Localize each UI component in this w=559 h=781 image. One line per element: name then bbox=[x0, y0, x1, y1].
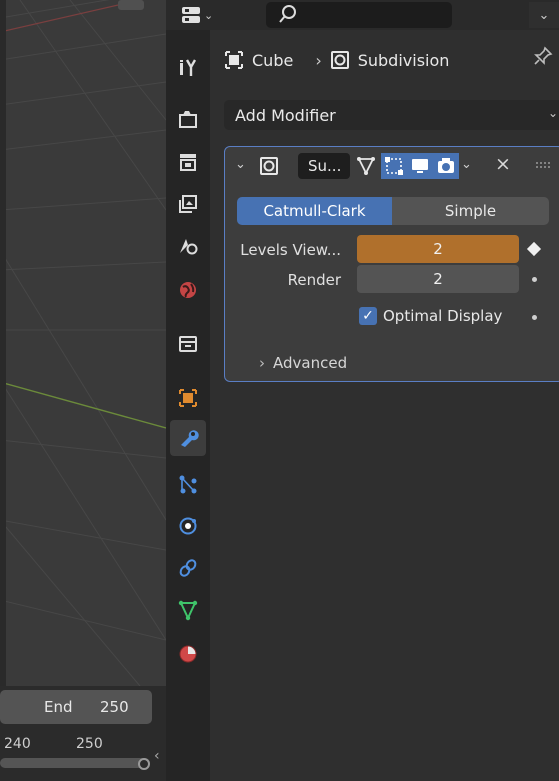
keyframe-dot-icon[interactable] bbox=[532, 277, 537, 282]
3d-viewport[interactable]: End 250 240 250 ‹ bbox=[0, 0, 166, 781]
editor-type-button[interactable]: ⌄ bbox=[180, 2, 220, 28]
optimal-display-label[interactable]: Optimal Display bbox=[383, 307, 502, 325]
chevron-down-icon[interactable]: ⌄ bbox=[235, 157, 246, 172]
particles-icon bbox=[179, 475, 197, 494]
properties-panel: Cube › Subdivision Add Modifier ⌄ ⌄ Su..… bbox=[210, 30, 559, 781]
subdivision-type-selector: Catmull-Clark Simple bbox=[237, 197, 549, 225]
on-cage-toggle[interactable] bbox=[353, 153, 379, 179]
output-icon bbox=[180, 154, 196, 171]
pin-icon[interactable] bbox=[533, 46, 553, 71]
tab-object-data[interactable] bbox=[170, 592, 206, 628]
monitor-icon bbox=[412, 159, 428, 173]
tab-simple[interactable]: Simple bbox=[392, 197, 549, 225]
tab-world[interactable] bbox=[170, 272, 206, 308]
modifier-name-field[interactable]: Su... bbox=[298, 153, 350, 179]
breadcrumb-object[interactable]: Cube bbox=[252, 51, 293, 70]
breadcrumb: Cube › Subdivision bbox=[224, 48, 449, 72]
advanced-subpanel-header[interactable]: › Advanced bbox=[259, 354, 347, 372]
keyframe-diamond-icon[interactable] bbox=[526, 241, 542, 257]
frame-ruler[interactable]: 240 250 bbox=[0, 736, 166, 756]
tab-view-layer[interactable] bbox=[170, 186, 206, 222]
tab-collection[interactable] bbox=[170, 326, 206, 362]
tab-tool[interactable] bbox=[170, 50, 206, 86]
camera-icon bbox=[438, 158, 454, 173]
tab-constraints[interactable] bbox=[170, 550, 206, 586]
subdivision-modifier-panel: ⌄ Su... ⌄ × Catmull-Clark Simple Levels … bbox=[224, 146, 559, 382]
chevron-right-icon: › bbox=[315, 50, 322, 70]
properties-header: ⌄ ⌄ bbox=[166, 0, 559, 30]
physics-icon bbox=[179, 517, 197, 535]
timeline: End 250 240 250 ‹ bbox=[0, 686, 166, 781]
levels-viewport-field[interactable]: 2 bbox=[357, 235, 519, 263]
frame-tick: 240 bbox=[4, 736, 31, 752]
viewport-display-toggle[interactable] bbox=[407, 153, 433, 179]
end-frame-field[interactable]: End 250 bbox=[0, 690, 152, 724]
end-frame-label: End bbox=[44, 698, 73, 716]
add-modifier-dropdown[interactable]: Add Modifier ⌄ bbox=[224, 100, 559, 130]
chevron-down-icon: ⌄ bbox=[547, 106, 558, 120]
add-modifier-label: Add Modifier bbox=[235, 105, 336, 125]
levels-viewport-label: Levels View... bbox=[240, 241, 341, 259]
chevron-left-icon[interactable]: ‹ bbox=[154, 748, 160, 764]
pin-icon-glyph bbox=[534, 46, 553, 65]
object-icon bbox=[179, 389, 197, 407]
subdivision-icon bbox=[260, 157, 278, 175]
properties-tabs bbox=[166, 30, 210, 781]
chevron-down-icon: ⌄ bbox=[204, 8, 214, 22]
options-dropdown[interactable]: ⌄ bbox=[529, 2, 559, 28]
chevron-right-icon: › bbox=[259, 354, 265, 372]
edit-mode-toggle[interactable] bbox=[381, 153, 407, 179]
timeline-scrollbar[interactable] bbox=[0, 758, 150, 768]
render-levels-label: Render bbox=[287, 271, 341, 289]
collection-icon bbox=[179, 336, 197, 352]
keyframe-dot-icon[interactable] bbox=[532, 315, 537, 320]
tab-physics[interactable] bbox=[170, 508, 206, 544]
object-data-icon bbox=[178, 600, 198, 621]
view-layer-icon bbox=[179, 195, 197, 213]
edit-mode-icon bbox=[385, 157, 403, 175]
tab-render[interactable] bbox=[170, 102, 206, 138]
viewport-grid bbox=[0, 0, 166, 687]
scrollbar-handle[interactable] bbox=[138, 758, 150, 770]
optimal-display-checkbox[interactable]: ✓ bbox=[359, 307, 377, 325]
tab-output[interactable] bbox=[170, 144, 206, 180]
subdivision-icon bbox=[330, 51, 349, 69]
tab-material[interactable] bbox=[170, 636, 206, 672]
advanced-label: Advanced bbox=[273, 354, 348, 372]
world-icon bbox=[180, 282, 196, 298]
search-icon bbox=[279, 5, 296, 23]
object-icon bbox=[225, 51, 243, 69]
material-icon bbox=[179, 645, 197, 663]
frame-tick: 250 bbox=[76, 736, 103, 752]
tab-modifiers[interactable] bbox=[170, 420, 206, 456]
chevron-down-icon[interactable]: ⌄ bbox=[461, 157, 472, 172]
scene-icon bbox=[180, 239, 198, 255]
breadcrumb-modifier[interactable]: Subdivision bbox=[358, 51, 450, 70]
drag-handle-icon[interactable] bbox=[535, 161, 553, 169]
chevron-down-icon: ⌄ bbox=[538, 7, 550, 23]
search-input[interactable] bbox=[266, 2, 452, 28]
tab-scene[interactable] bbox=[170, 228, 206, 264]
close-icon[interactable]: × bbox=[495, 153, 511, 175]
tool-icon bbox=[180, 59, 197, 76]
vertex-triangle-icon bbox=[357, 157, 375, 176]
editor-type-icon bbox=[182, 7, 200, 23]
render-levels-field[interactable]: 2 bbox=[357, 265, 519, 293]
end-frame-value: 250 bbox=[100, 698, 129, 716]
constraints-icon bbox=[179, 559, 197, 577]
checkmark-icon: ✓ bbox=[362, 308, 374, 324]
render-toggle[interactable] bbox=[433, 153, 459, 179]
tab-particles[interactable] bbox=[170, 466, 206, 502]
modifier-header[interactable]: ⌄ Su... ⌄ × bbox=[225, 147, 559, 185]
tab-catmull-clark[interactable]: Catmull-Clark bbox=[237, 197, 392, 225]
render-icon bbox=[179, 111, 197, 128]
modifier-wrench-icon bbox=[181, 430, 199, 447]
tab-object[interactable] bbox=[170, 380, 206, 416]
